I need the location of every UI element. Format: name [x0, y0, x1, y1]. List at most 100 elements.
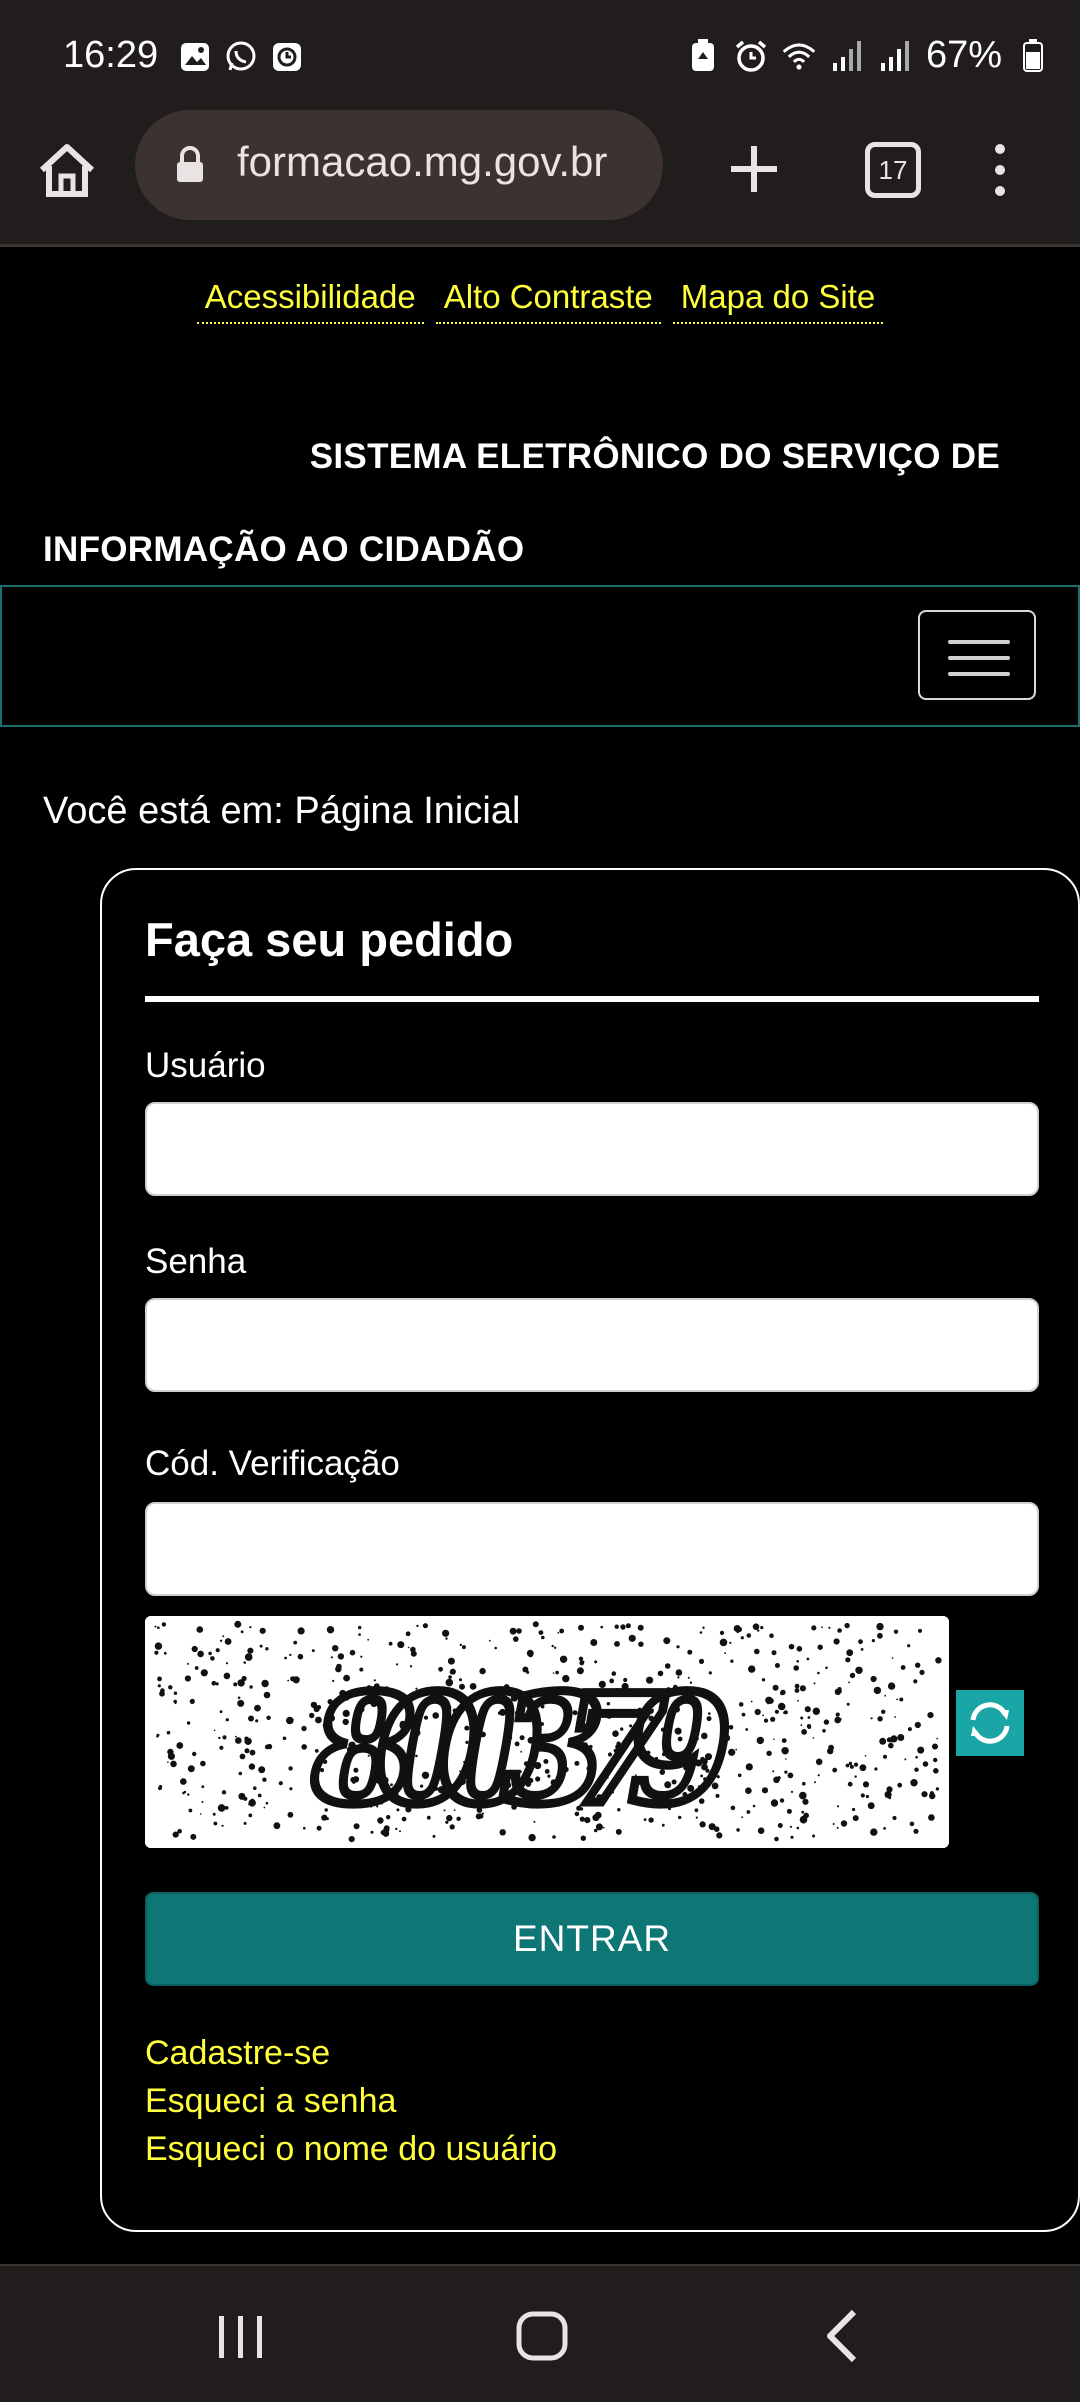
url-bar[interactable]: formacao.mg.gov.br	[135, 110, 663, 220]
captcha-noise-dot	[844, 1622, 850, 1629]
captcha-noise-dot	[817, 1774, 820, 1777]
captcha-noise-dot	[191, 1645, 198, 1653]
captcha-noise-dot	[284, 1656, 287, 1660]
captcha-noise-dot	[716, 1832, 723, 1839]
tab-switcher-button[interactable]: 17	[865, 142, 921, 198]
captcha-noise-dot	[815, 1758, 823, 1766]
captcha-noise-dot	[777, 1702, 786, 1711]
register-link[interactable]: Cadastre-se	[145, 2034, 330, 2073]
captcha-noise-dot	[752, 1623, 760, 1630]
battery-icon	[1016, 38, 1050, 73]
home-icon[interactable]	[36, 140, 98, 202]
link-mapa-do-site[interactable]: Mapa do Site	[672, 278, 884, 324]
captcha-noise-dot	[897, 1782, 903, 1788]
captcha-noise-dot	[855, 1666, 863, 1674]
verification-code-input[interactable]	[145, 1502, 1039, 1596]
captcha-noise-dot	[180, 1778, 187, 1785]
captcha-noise-dot	[559, 1628, 565, 1634]
captcha-noise-dot	[817, 1644, 823, 1650]
captcha-noise-dot	[215, 1648, 220, 1653]
captcha-noise-dot	[192, 1751, 197, 1757]
more-menu-icon[interactable]	[985, 140, 1015, 200]
captcha-noise-dot	[637, 1624, 644, 1631]
captcha-noise-dot	[250, 1798, 255, 1803]
captcha-noise-dot	[806, 1657, 810, 1661]
home-nav-icon[interactable]	[515, 2310, 569, 2362]
captcha-noise-dot	[301, 1725, 307, 1732]
captcha-noise-dot	[864, 1754, 867, 1757]
captcha-noise-dot	[935, 1787, 940, 1791]
captcha-noise-dot	[287, 1811, 294, 1818]
link-acessibilidade[interactable]: Acessibilidade	[196, 278, 424, 324]
captcha-noise-dot	[273, 1822, 281, 1830]
captcha-noise-dot	[724, 1652, 727, 1655]
captcha-noise-dot	[774, 1836, 779, 1842]
captcha-noise-dot	[699, 1631, 703, 1634]
captcha-noise-dot	[156, 1733, 160, 1737]
captcha-noise-dot	[913, 1679, 918, 1684]
captcha-noise-dot	[266, 1715, 271, 1720]
username-input[interactable]	[145, 1102, 1039, 1196]
lock-icon	[175, 146, 205, 184]
captcha-noise-dot	[248, 1813, 253, 1818]
captcha-noise-dot	[405, 1631, 411, 1637]
captcha-noise-dot	[761, 1787, 769, 1794]
captcha-noise-dot	[754, 1708, 761, 1716]
recent-apps-icon[interactable]	[216, 2314, 266, 2360]
captcha-noise-dot	[807, 1725, 812, 1729]
captcha-noise-dot	[774, 1709, 780, 1714]
captcha-noise-dot	[745, 1787, 752, 1794]
captcha-noise-dot	[790, 1835, 794, 1839]
captcha-noise-dot	[800, 1724, 803, 1727]
hamburger-menu-button[interactable]	[918, 610, 1036, 700]
password-input[interactable]	[145, 1298, 1039, 1392]
captcha-noise-dot	[762, 1714, 764, 1717]
captcha-noise-dot	[801, 1729, 807, 1735]
captcha-noise-dot	[217, 1804, 226, 1812]
captcha-noise-dot	[788, 1643, 795, 1650]
login-title: Faça seu pedido	[145, 913, 514, 966]
captcha-noise-dot	[817, 1671, 820, 1675]
captcha-noise-dot	[243, 1821, 247, 1825]
captcha-noise-dot	[157, 1676, 162, 1682]
captcha-noise-dot	[825, 1666, 828, 1670]
login-submit-button[interactable]: ENTRAR	[145, 1892, 1039, 1986]
captcha-noise-dot	[154, 1625, 157, 1628]
captcha-noise-dot	[845, 1763, 850, 1768]
captcha-noise-dot	[184, 1675, 191, 1682]
captcha-noise-dot	[900, 1665, 906, 1670]
captcha-noise-dot	[799, 1815, 808, 1824]
captcha-noise-dot	[879, 1737, 887, 1745]
captcha-noise-dot	[161, 1622, 167, 1627]
captcha-noise-dot	[779, 1798, 785, 1803]
captcha-noise-dot	[208, 1651, 212, 1656]
captcha-noise-dot	[221, 1790, 227, 1795]
back-icon[interactable]	[822, 2308, 862, 2364]
captcha-noise-dot	[785, 1758, 787, 1760]
captcha-noise-dot	[757, 1827, 765, 1834]
captcha-noise-dot	[360, 1655, 363, 1658]
captcha-noise-dot	[186, 1721, 191, 1725]
captcha-noise-dot	[822, 1729, 826, 1733]
link-alto-contraste[interactable]: Alto Contraste	[435, 278, 661, 324]
captcha-noise-dot	[853, 1762, 859, 1767]
captcha-noise-dot	[847, 1781, 853, 1787]
status-bar: 16:29 67%	[0, 0, 1080, 110]
captcha-noise-dot	[770, 1716, 776, 1722]
captcha-noise-dot	[176, 1742, 184, 1749]
captcha-noise-dot	[797, 1699, 799, 1702]
captcha-noise-dot	[832, 1767, 838, 1773]
captcha-noise-dot	[337, 1653, 345, 1660]
forgot-username-link[interactable]: Esqueci o nome do usuário	[145, 2130, 557, 2169]
captcha-noise-dot	[410, 1650, 417, 1657]
captcha-noise-dot	[189, 1698, 195, 1704]
captcha-noise-dot	[257, 1793, 262, 1798]
captcha-noise-dot	[802, 1781, 806, 1786]
captcha-refresh-button[interactable]	[956, 1690, 1024, 1756]
captcha-noise-dot	[248, 1715, 254, 1722]
hamburger-line	[948, 656, 1010, 660]
username-label: Usuário	[145, 1046, 266, 1085]
new-tab-icon[interactable]	[725, 140, 783, 198]
forgot-password-link[interactable]: Esqueci a senha	[145, 2082, 396, 2121]
refresh-icon	[970, 1702, 1010, 1744]
